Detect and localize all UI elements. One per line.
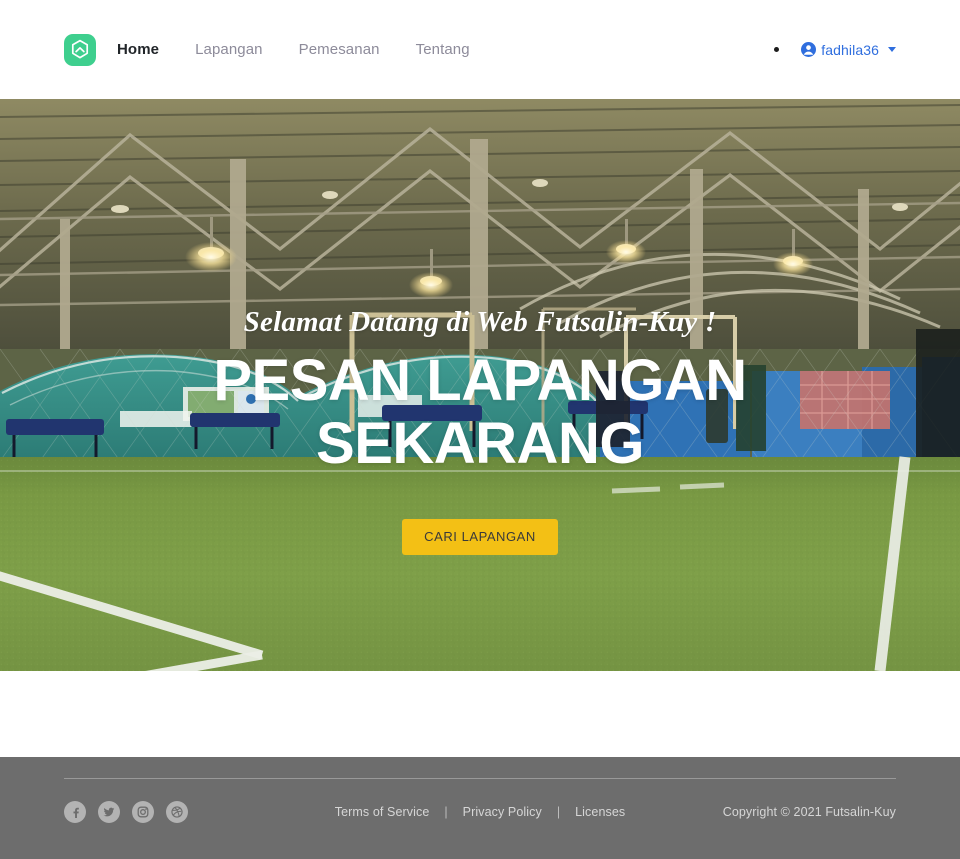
- footer-inner: Terms of Service | Privacy Policy | Lice…: [64, 757, 896, 859]
- chevron-down-icon: [888, 47, 896, 52]
- navbar-right-group: fadhila36: [774, 42, 896, 58]
- facebook-icon[interactable]: [64, 801, 86, 823]
- hero-welcome-text: Selamat Datang di Web Futsalin-Kuy !: [243, 306, 717, 338]
- nav-link-pemesanan[interactable]: Pemesanan: [299, 41, 380, 58]
- footer-link-terms[interactable]: Terms of Service: [335, 805, 430, 819]
- cari-lapangan-button[interactable]: CARI LAPANGAN: [402, 519, 558, 555]
- user-name-label: fadhila36: [821, 41, 879, 58]
- primary-nav-list: Home Lapangan Pemesanan Tentang: [117, 41, 506, 59]
- footer-link-privacy[interactable]: Privacy Policy: [463, 805, 542, 819]
- nav-item-pemesanan: Pemesanan: [299, 41, 416, 59]
- social-links-group: [64, 801, 200, 823]
- hero-title: PESAN LAPANGAN SEKARANG: [213, 348, 747, 476]
- nav-item-lapangan: Lapangan: [195, 41, 299, 59]
- nav-bullet-marker: [774, 47, 780, 52]
- footer-links-inner: Terms of Service | Privacy Policy | Lice…: [335, 805, 626, 819]
- hero-section: Selamat Datang di Web Futsalin-Kuy ! PES…: [0, 99, 960, 671]
- footer-copyright: Copyright © 2021 Futsalin-Kuy: [722, 805, 896, 819]
- content-spacer: [0, 671, 960, 757]
- navbar-left-group: Home Lapangan Pemesanan Tentang: [64, 33, 506, 66]
- footer-link-licenses[interactable]: Licenses: [575, 805, 625, 819]
- nav-item-tentang: Tentang: [416, 41, 506, 59]
- nav-link-home[interactable]: Home: [117, 41, 159, 58]
- site-footer: Terms of Service | Privacy Policy | Lice…: [0, 757, 960, 859]
- footer-divider: [64, 778, 896, 779]
- hero-content: Selamat Datang di Web Futsalin-Kuy ! PES…: [0, 99, 960, 671]
- brand-logo-link[interactable]: [64, 33, 96, 66]
- nav-link-tentang[interactable]: Tentang: [416, 41, 470, 58]
- nav-link-lapangan[interactable]: Lapangan: [195, 41, 263, 58]
- hexagon-logo-icon: [70, 39, 90, 60]
- instagram-icon[interactable]: [132, 801, 154, 823]
- footer-separator-2: |: [556, 805, 561, 819]
- dribbble-icon[interactable]: [166, 801, 188, 823]
- top-navbar: Home Lapangan Pemesanan Tentang fadhila3…: [0, 0, 960, 99]
- user-circle-icon: [801, 42, 817, 57]
- page-root: Home Lapangan Pemesanan Tentang fadhila3…: [0, 0, 960, 859]
- nav-item-home: Home: [117, 41, 195, 59]
- twitter-icon[interactable]: [98, 801, 120, 823]
- footer-separator-1: |: [444, 805, 448, 819]
- user-account-menu[interactable]: fadhila36: [801, 42, 896, 58]
- hero-title-line-1: PESAN LAPANGAN: [213, 348, 747, 413]
- hero-title-line-2: SEKARANG: [316, 411, 644, 476]
